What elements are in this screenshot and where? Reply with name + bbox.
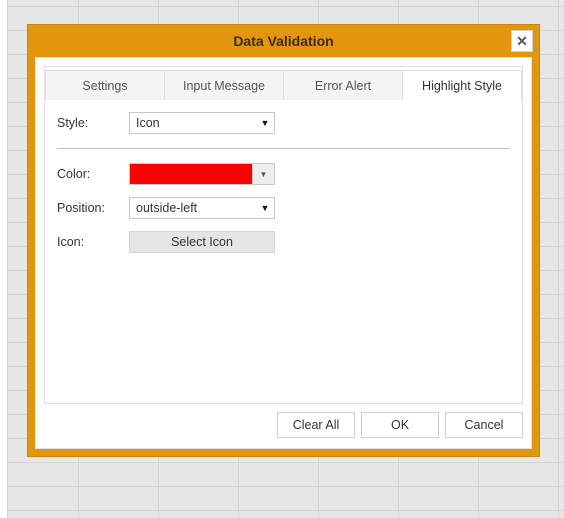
color-swatch <box>129 163 253 185</box>
dialog-body: Settings Input Message Error Alert Highl… <box>35 57 532 449</box>
icon-label: Icon: <box>57 235 129 249</box>
color-dropdown-button[interactable]: ▼ <box>253 163 275 185</box>
position-select-value: outside-left <box>136 201 197 215</box>
color-label: Color: <box>57 167 129 181</box>
cancel-button[interactable]: Cancel <box>445 412 523 438</box>
close-icon: ✕ <box>516 33 528 50</box>
color-picker[interactable]: ▼ <box>129 163 275 185</box>
tab-input-message[interactable]: Input Message <box>164 70 284 100</box>
tab-error-alert[interactable]: Error Alert <box>283 70 403 100</box>
row-style: Style: Icon ▼ <box>57 112 510 134</box>
position-select[interactable]: outside-left ▼ <box>129 197 275 219</box>
row-color: Color: ▼ <box>57 163 510 185</box>
data-validation-dialog: Data Validation ✕ Settings Input Message… <box>27 24 540 457</box>
close-button[interactable]: ✕ <box>511 30 533 52</box>
select-icon-button[interactable]: Select Icon <box>129 231 275 253</box>
row-icon: Icon: Select Icon <box>57 231 510 253</box>
tab-settings[interactable]: Settings <box>45 70 165 100</box>
position-label: Position: <box>57 201 129 215</box>
style-label: Style: <box>57 116 129 130</box>
style-select-value: Icon <box>136 116 160 130</box>
content-area: Settings Input Message Error Alert Highl… <box>44 66 523 404</box>
dialog-footer: Clear All OK Cancel <box>44 412 523 438</box>
chevron-down-icon: ▼ <box>260 170 268 179</box>
section-divider <box>57 148 510 149</box>
style-select[interactable]: Icon ▼ <box>129 112 275 134</box>
ok-button[interactable]: OK <box>361 412 439 438</box>
clear-all-button[interactable]: Clear All <box>277 412 355 438</box>
chevron-down-icon: ▼ <box>256 118 274 128</box>
row-position: Position: outside-left ▼ <box>57 197 510 219</box>
dialog-titlebar[interactable]: Data Validation ✕ <box>28 25 539 57</box>
dialog-title: Data Validation <box>233 33 333 49</box>
tab-bar: Settings Input Message Error Alert Highl… <box>45 69 522 100</box>
chevron-down-icon: ▼ <box>256 203 274 213</box>
tab-highlight-style[interactable]: Highlight Style <box>402 70 522 100</box>
